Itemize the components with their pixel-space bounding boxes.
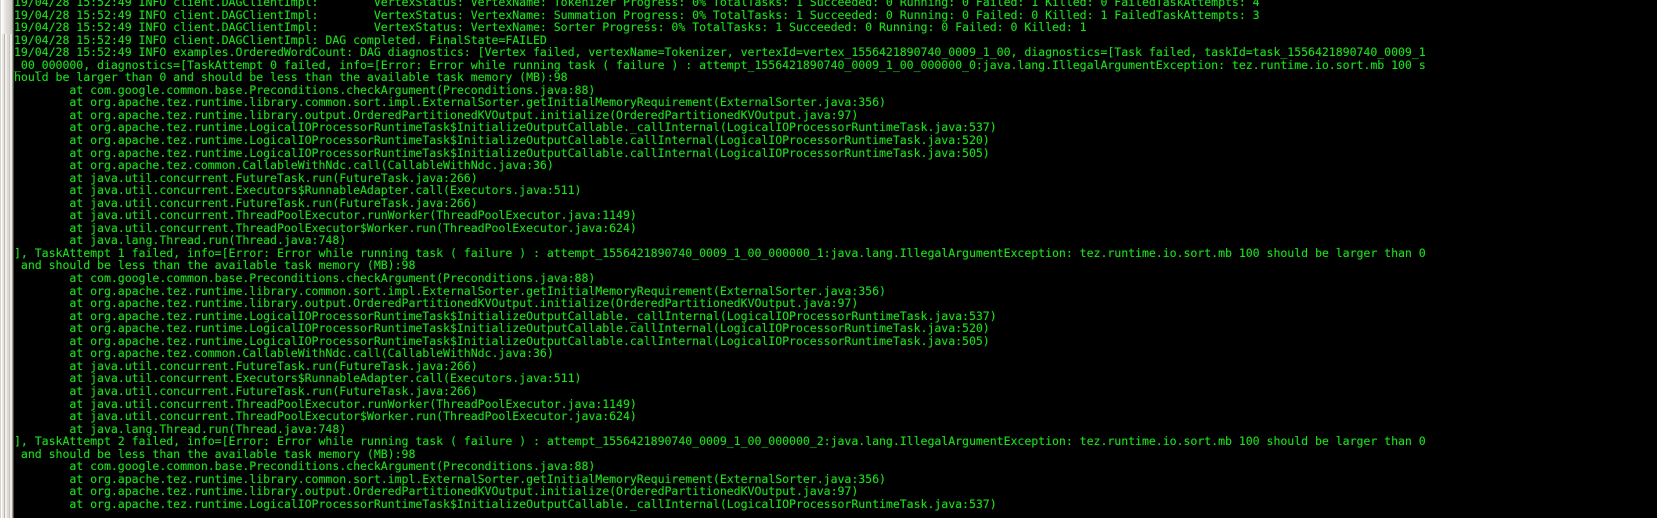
log-line: 19/04/28 15:52:49 INFO client.DAGClientI… bbox=[14, 20, 1087, 35]
log-line: at org.apache.tez.runtime.library.output… bbox=[14, 296, 859, 311]
log-line: at org.apache.tez.common.CallableWithNdc… bbox=[14, 158, 554, 173]
log-line: at org.apache.tez.runtime.LogicalIOProce… bbox=[14, 133, 990, 148]
log-line: ], TaskAttempt 2 failed, info=[Error: Er… bbox=[14, 434, 1426, 449]
log-line-list: 19/04/28 15:52:49 INFO client.DAGClientI… bbox=[14, 0, 1657, 510]
log-line: hould be larger than 0 and should be les… bbox=[14, 70, 568, 85]
vertical-scrollbar[interactable] bbox=[0, 0, 14, 518]
log-line: at java.util.concurrent.Executors$Runnab… bbox=[14, 183, 582, 198]
log-line: at java.util.concurrent.ThreadPoolExecut… bbox=[14, 409, 637, 424]
log-line: at org.apache.tez.runtime.library.output… bbox=[14, 484, 859, 499]
log-line: 19/04/28 15:52:49 INFO examples.OrderedW… bbox=[14, 45, 1426, 60]
scrollbar-thumb[interactable] bbox=[2, 0, 12, 34]
log-line: at com.google.common.base.Preconditions.… bbox=[14, 271, 596, 286]
console-output-pane[interactable]: 19/04/28 15:52:49 INFO client.DAGClientI… bbox=[14, 0, 1657, 518]
log-line: at java.util.concurrent.FutureTask.run(F… bbox=[14, 383, 478, 398]
log-line: at org.apache.tez.runtime.LogicalIOProce… bbox=[14, 321, 990, 336]
log-line: at org.apache.tez.runtime.LogicalIOProce… bbox=[14, 496, 997, 511]
log-line: at com.google.common.base.Preconditions.… bbox=[14, 459, 596, 474]
log-line: at org.apache.tez.common.CallableWithNdc… bbox=[14, 346, 554, 361]
terminal-window: 19/04/28 15:52:49 INFO client.DAGClientI… bbox=[0, 0, 1657, 518]
log-line: at java.util.concurrent.ThreadPoolExecut… bbox=[14, 208, 637, 223]
